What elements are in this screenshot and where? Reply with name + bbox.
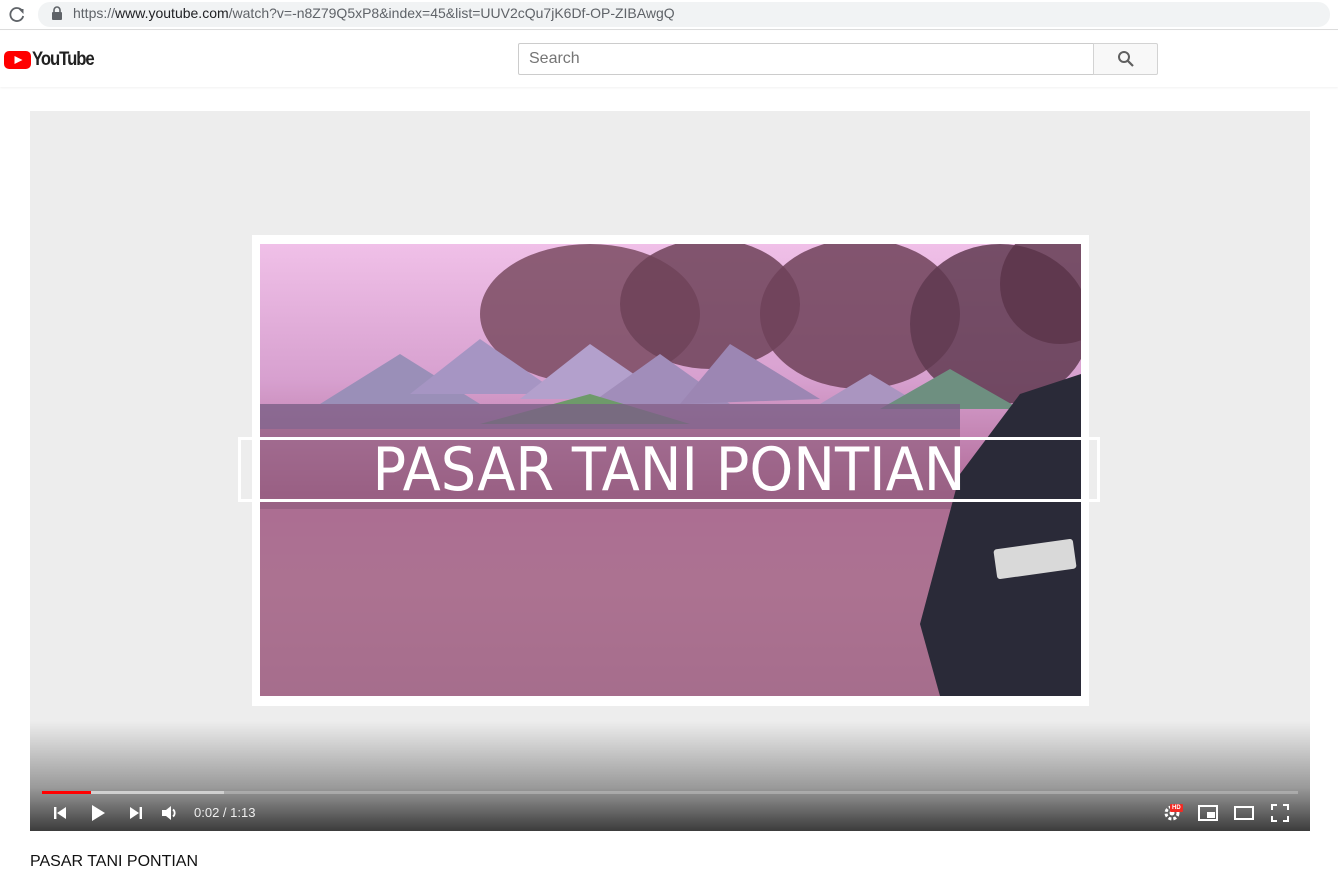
theater-mode-icon bbox=[1234, 806, 1254, 820]
overlay-title-text: PASAR TANI PONTIAN bbox=[372, 435, 966, 505]
search-icon bbox=[1117, 51, 1134, 67]
volume-button[interactable] bbox=[158, 801, 182, 825]
time-display: 0:02 / 1:13 bbox=[194, 805, 255, 820]
video-title: PASAR TANI PONTIAN bbox=[30, 853, 199, 870]
search-box bbox=[518, 43, 1094, 75]
next-icon bbox=[130, 807, 142, 819]
youtube-logo[interactable]: YouTube bbox=[4, 49, 102, 71]
hd-badge: HD bbox=[1170, 804, 1183, 812]
miniplayer-icon bbox=[1198, 805, 1218, 821]
play-button[interactable] bbox=[86, 801, 110, 825]
video-player[interactable]: PASAR TANI PONTIAN 0:02 / 1:13 HD bbox=[30, 111, 1310, 831]
youtube-play-logo-icon bbox=[4, 51, 31, 69]
youtube-header: YouTube bbox=[0, 31, 1338, 87]
time-separator: / bbox=[219, 805, 231, 820]
url-scheme: https:// bbox=[73, 5, 116, 21]
reload-icon[interactable] bbox=[7, 5, 27, 25]
play-icon bbox=[92, 805, 105, 821]
lock-icon[interactable] bbox=[51, 6, 63, 20]
fullscreen-icon bbox=[1271, 804, 1289, 822]
volume-icon bbox=[162, 806, 176, 820]
duration: 1:13 bbox=[230, 805, 256, 820]
url-path: /watch?v=-n8Z79Q5xP8&index=45&list=UUV2c… bbox=[228, 5, 675, 21]
browser-address-bar: https://www.youtube.com/watch?v=-n8Z79Q5… bbox=[0, 0, 1338, 30]
logo-text: YouTube bbox=[32, 49, 95, 70]
progress-bar[interactable] bbox=[42, 791, 1298, 794]
fullscreen-button[interactable] bbox=[1268, 801, 1292, 825]
search-input[interactable] bbox=[519, 44, 1093, 74]
url-text[interactable]: https://www.youtube.com/watch?v=-n8Z79Q5… bbox=[73, 5, 675, 21]
theater-mode-button[interactable] bbox=[1232, 801, 1256, 825]
progress-played bbox=[42, 791, 91, 794]
current-time: 0:02 bbox=[194, 805, 220, 820]
miniplayer-button[interactable] bbox=[1196, 801, 1220, 825]
previous-icon bbox=[54, 807, 66, 819]
search-button[interactable] bbox=[1093, 43, 1158, 75]
next-button[interactable] bbox=[124, 801, 148, 825]
url-host: www.youtube.com bbox=[115, 5, 229, 21]
previous-button[interactable] bbox=[48, 801, 72, 825]
